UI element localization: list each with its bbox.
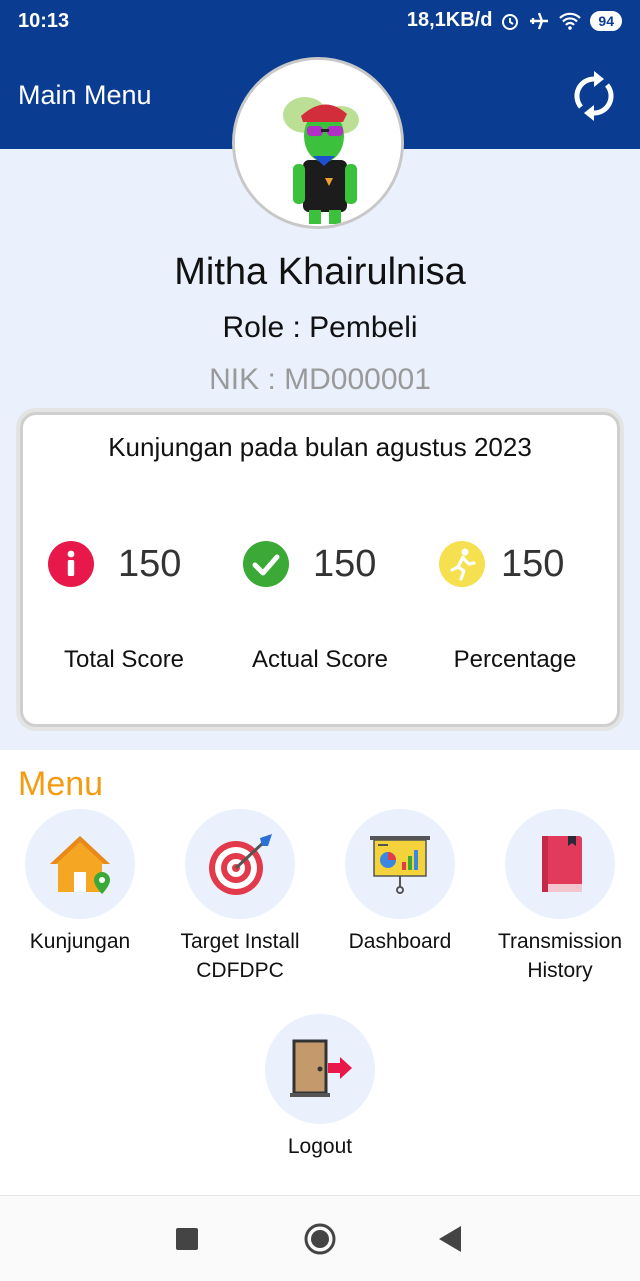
menu-item-transmission-history[interactable]: Transmission History — [480, 809, 640, 985]
menu-heading: Menu — [18, 765, 104, 803]
menu-icon-circle — [185, 809, 295, 919]
menu-label: Dashboard — [348, 930, 452, 953]
back-triangle-icon — [439, 1226, 461, 1252]
menu-label: Logout — [287, 1135, 353, 1158]
home-button[interactable] — [295, 1216, 345, 1262]
menu-item-target-install[interactable]: Target Install CDFDPC — [160, 809, 320, 985]
menu-item-dashboard[interactable]: Dashboard — [320, 809, 480, 956]
book-icon — [542, 836, 582, 892]
menu-label: Kunjungan — [29, 930, 131, 953]
page-title: Main Menu — [18, 80, 152, 110]
recents-button[interactable] — [162, 1216, 212, 1262]
stat-actual-score: 150 — [243, 541, 376, 587]
system-nav-bar — [0, 1195, 640, 1281]
user-nik: NIK : MD000001 — [209, 363, 431, 396]
stat-value: 150 — [313, 542, 377, 585]
avatar[interactable] — [232, 57, 404, 229]
stat-percentage: 150 — [439, 541, 564, 587]
check-icon — [243, 541, 289, 587]
target-icon — [209, 834, 272, 895]
back-button[interactable] — [425, 1216, 475, 1262]
stat-value: 150 — [118, 542, 182, 585]
status-bar: 10:13 18,1KB/d 94 — [0, 0, 640, 43]
wifi-icon — [558, 11, 582, 31]
stat-label: Percentage — [453, 646, 577, 673]
menu-icon-circle — [505, 809, 615, 919]
network-speed: 18,1KB/d — [406, 9, 493, 31]
runner-icon — [439, 541, 485, 587]
square-icon — [176, 1228, 198, 1250]
menu-icon-circle — [265, 1014, 375, 1124]
dashboard-board-icon — [370, 836, 430, 894]
logout-door-icon — [290, 1039, 352, 1097]
circle-icon — [304, 1223, 336, 1255]
status-time: 10:13 — [18, 10, 70, 32]
menu-item-logout[interactable]: Logout — [240, 1014, 400, 1161]
battery-indicator: 94 — [590, 10, 622, 31]
refresh-button[interactable] — [572, 71, 616, 121]
user-name: Mitha Khairulnisa — [174, 251, 466, 293]
menu-label: Transmission History — [497, 930, 623, 982]
house-location-icon — [50, 836, 110, 894]
airplane-icon — [528, 11, 550, 31]
avatar-illustration — [235, 60, 401, 226]
menu-label: Target Install CDFDPC — [180, 930, 300, 982]
menu-icon-circle — [345, 809, 455, 919]
stat-total-score: 150 — [48, 541, 181, 587]
stats-title: Kunjungan pada bulan agustus 2023 — [108, 432, 532, 462]
stat-label: Total Score — [63, 646, 185, 673]
stat-label: Actual Score — [251, 646, 389, 673]
menu-item-kunjungan[interactable]: Kunjungan — [0, 809, 160, 956]
alarm-icon — [500, 11, 520, 31]
info-icon — [48, 541, 94, 587]
refresh-icon — [574, 71, 614, 121]
menu-icon-circle — [25, 809, 135, 919]
status-icons: 18,1KB/d 94 — [407, 9, 622, 32]
stat-value: 150 — [501, 542, 565, 585]
user-role: Role : Pembeli — [222, 311, 418, 344]
